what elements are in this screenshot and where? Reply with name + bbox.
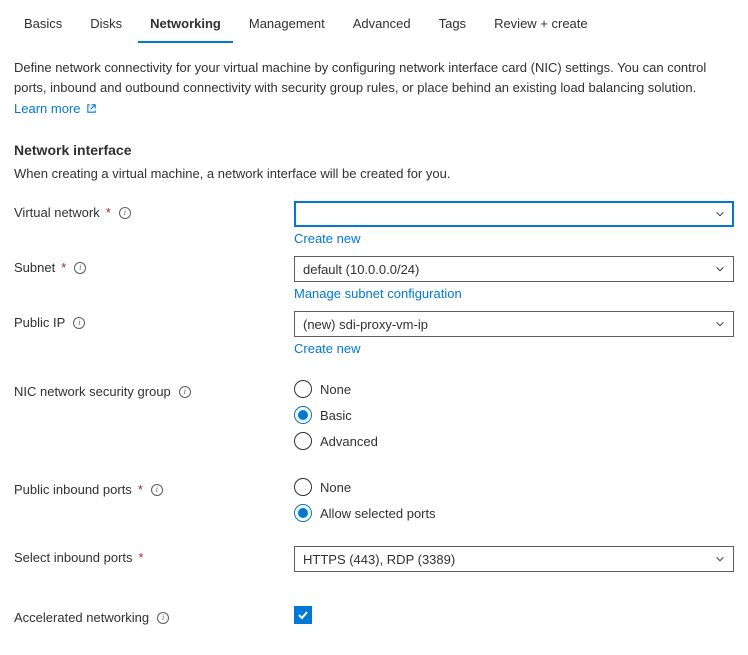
chevron-down-icon <box>715 319 725 329</box>
tabs: Basics Disks Networking Management Advan… <box>0 0 748 44</box>
learn-more-label: Learn more <box>14 101 80 116</box>
radio-icon <box>294 406 312 424</box>
accel-net-checkbox[interactable] <box>294 606 312 624</box>
public-ip-create-new-link[interactable]: Create new <box>294 341 360 356</box>
inbound-radio-none[interactable]: None <box>294 478 734 496</box>
info-icon[interactable]: i <box>73 317 85 329</box>
chevron-down-icon <box>715 554 725 564</box>
required-indicator: * <box>106 205 111 220</box>
tab-review[interactable]: Review + create <box>482 8 600 43</box>
public-ip-label: Public IP <box>14 315 65 330</box>
vnet-create-new-link[interactable]: Create new <box>294 231 360 246</box>
intro-text: Define network connectivity for your vir… <box>14 58 734 97</box>
nsg-label: NIC network security group <box>14 384 171 399</box>
tab-management[interactable]: Management <box>237 8 337 43</box>
nsg-radio-advanced[interactable]: Advanced <box>294 432 734 450</box>
tab-networking[interactable]: Networking <box>138 8 233 43</box>
checkmark-icon <box>296 608 310 622</box>
section-subtitle: When creating a virtual machine, a netwo… <box>14 166 734 181</box>
tab-basics[interactable]: Basics <box>12 8 74 43</box>
radio-label: None <box>320 382 351 397</box>
tab-disks[interactable]: Disks <box>78 8 134 43</box>
chevron-down-icon <box>715 209 725 219</box>
external-link-icon <box>86 103 97 114</box>
required-indicator: * <box>139 550 144 565</box>
radio-label: Basic <box>320 408 352 423</box>
public-ip-dropdown[interactable]: (new) sdi-proxy-vm-ip <box>294 311 734 337</box>
required-indicator: * <box>61 260 66 275</box>
radio-label: Allow selected ports <box>320 506 436 521</box>
radio-icon <box>294 478 312 496</box>
select-ports-dropdown[interactable]: HTTPS (443), RDP (3389) <box>294 546 734 572</box>
info-icon[interactable]: i <box>179 386 191 398</box>
radio-icon <box>294 432 312 450</box>
subnet-label: Subnet <box>14 260 55 275</box>
nsg-radio-group: None Basic Advanced <box>294 380 734 450</box>
info-icon[interactable]: i <box>119 207 131 219</box>
inbound-label: Public inbound ports <box>14 482 132 497</box>
required-indicator: * <box>138 482 143 497</box>
info-icon[interactable]: i <box>157 612 169 624</box>
radio-label: None <box>320 480 351 495</box>
vnet-label: Virtual network <box>14 205 100 220</box>
subnet-dropdown[interactable]: default (10.0.0.0/24) <box>294 256 734 282</box>
subnet-manage-link[interactable]: Manage subnet configuration <box>294 286 462 301</box>
chevron-down-icon <box>715 264 725 274</box>
vnet-dropdown[interactable] <box>294 201 734 227</box>
inbound-radio-allow[interactable]: Allow selected ports <box>294 504 734 522</box>
nsg-radio-basic[interactable]: Basic <box>294 406 734 424</box>
info-icon[interactable]: i <box>74 262 86 274</box>
select-ports-label: Select inbound ports <box>14 550 133 565</box>
radio-label: Advanced <box>320 434 378 449</box>
select-ports-value: HTTPS (443), RDP (3389) <box>303 552 455 567</box>
learn-more-link[interactable]: Learn more <box>14 101 97 116</box>
tab-tags[interactable]: Tags <box>427 8 478 43</box>
inbound-radio-group: None Allow selected ports <box>294 478 734 522</box>
accel-net-label: Accelerated networking <box>14 610 149 625</box>
info-icon[interactable]: i <box>151 484 163 496</box>
radio-icon <box>294 380 312 398</box>
radio-icon <box>294 504 312 522</box>
nsg-radio-none[interactable]: None <box>294 380 734 398</box>
public-ip-value: (new) sdi-proxy-vm-ip <box>303 317 428 332</box>
tab-advanced[interactable]: Advanced <box>341 8 423 43</box>
section-title: Network interface <box>14 142 734 158</box>
subnet-value: default (10.0.0.0/24) <box>303 262 419 277</box>
